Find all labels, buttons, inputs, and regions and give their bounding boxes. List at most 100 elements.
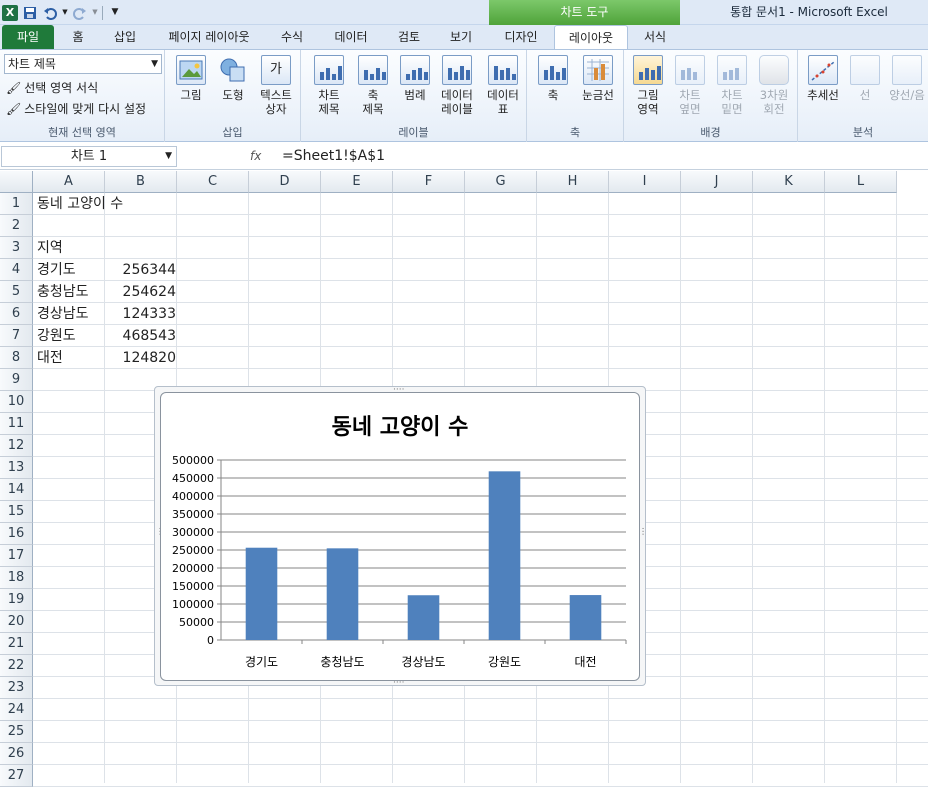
- row-header-13[interactable]: 13: [0, 457, 33, 479]
- textbox-button[interactable]: 가 텍스트 상자: [255, 55, 297, 116]
- redo-icon[interactable]: [72, 5, 88, 21]
- row-header-18[interactable]: 18: [0, 567, 33, 589]
- cell-b7[interactable]: 468543: [106, 325, 176, 347]
- cell-a7[interactable]: 강원도: [37, 325, 76, 347]
- column-header-l[interactable]: L: [825, 171, 897, 193]
- column-header-h[interactable]: H: [537, 171, 609, 193]
- trendline-button[interactable]: 추세선: [802, 55, 844, 102]
- cell-b5[interactable]: 254624: [106, 281, 176, 303]
- row-header-5[interactable]: 5: [0, 281, 33, 303]
- excel-logo-icon[interactable]: X: [2, 4, 18, 21]
- lines-button[interactable]: 선: [846, 55, 884, 102]
- 3d-rotation-button[interactable]: 3차원 회전: [754, 55, 794, 116]
- column-header-a[interactable]: A: [33, 171, 105, 193]
- row-header-17[interactable]: 17: [0, 545, 33, 567]
- cell-a5[interactable]: 충청남도: [37, 281, 89, 303]
- chart-wall-button[interactable]: 차트 옆면: [670, 55, 710, 116]
- row-header-20[interactable]: 20: [0, 611, 33, 633]
- row-header-1[interactable]: 1: [0, 193, 33, 215]
- axes-button[interactable]: 축: [533, 55, 573, 102]
- column-header-e[interactable]: E: [321, 171, 393, 193]
- column-header-g[interactable]: G: [465, 171, 537, 193]
- tab-format[interactable]: 서식: [630, 25, 680, 49]
- cell-b8[interactable]: 124820: [106, 347, 176, 369]
- picture-button[interactable]: 그림: [171, 55, 211, 102]
- tab-page-layout[interactable]: 페이지 레이아웃: [152, 25, 266, 49]
- undo-dropdown-icon[interactable]: ▼: [62, 5, 68, 21]
- axis-title-button[interactable]: 축 제목: [351, 55, 395, 116]
- cell-a4[interactable]: 경기도: [37, 259, 76, 281]
- column-header-d[interactable]: D: [249, 171, 321, 193]
- bar-chart[interactable]: 동네 고양이 수 0 50000 100000 150000 200000 250000 30…: [161, 393, 639, 680]
- format-selection-button[interactable]: 🖌 선택 영역 서식: [6, 79, 98, 96]
- row-header-24[interactable]: 24: [0, 699, 33, 721]
- cell-a1[interactable]: 동네 고양이 수: [37, 193, 123, 215]
- legend-button[interactable]: 범례: [395, 55, 435, 102]
- chart-area[interactable]: 동네 고양이 수 0 50000 100000 150000 200000 250000 30…: [160, 392, 640, 681]
- row-header-4[interactable]: 4: [0, 259, 33, 281]
- column-header-k[interactable]: K: [753, 171, 825, 193]
- row-header-22[interactable]: 22: [0, 655, 33, 677]
- column-header-c[interactable]: C: [177, 171, 249, 193]
- row-header-2[interactable]: 2: [0, 215, 33, 237]
- row-header-14[interactable]: 14: [0, 479, 33, 501]
- cell-a8[interactable]: 대전: [37, 347, 63, 369]
- row-header-15[interactable]: 15: [0, 501, 33, 523]
- chart-floor-button[interactable]: 차트 밑면: [712, 55, 752, 116]
- row-header-21[interactable]: 21: [0, 633, 33, 655]
- customize-icon[interactable]: ▼: [107, 5, 123, 21]
- shapes-button[interactable]: 도형: [213, 55, 253, 102]
- 3d-rotation-label-1: 3차원: [759, 88, 789, 102]
- tab-review[interactable]: 검토: [384, 25, 434, 49]
- picture-icon: [176, 55, 206, 85]
- name-box[interactable]: 차트 1 ▼: [1, 146, 177, 167]
- group-label: 축: [569, 126, 581, 139]
- reset-style-button[interactable]: 🖌 스타일에 맞게 다시 설정: [6, 100, 146, 117]
- redo-dropdown-icon[interactable]: ▼: [92, 5, 98, 21]
- row-header-7[interactable]: 7: [0, 325, 33, 347]
- tab-layout[interactable]: 레이아웃: [554, 25, 628, 50]
- updown-bars-button[interactable]: 양선/음: [886, 55, 928, 102]
- cell-b4[interactable]: 256344: [106, 259, 176, 281]
- row-header-19[interactable]: 19: [0, 589, 33, 611]
- cell-a3[interactable]: 지역: [37, 237, 63, 259]
- formula-input[interactable]: =Sheet1!$A$1: [282, 146, 926, 167]
- data-labels-button[interactable]: 데이터 레이블: [435, 55, 479, 116]
- tab-file[interactable]: 파일: [2, 25, 54, 49]
- row-header-16[interactable]: 16: [0, 523, 33, 545]
- row-header-27[interactable]: 27: [0, 765, 33, 787]
- undo-icon[interactable]: [42, 5, 58, 21]
- column-header-j[interactable]: J: [681, 171, 753, 193]
- plot-area-button[interactable]: 그림 영역: [628, 55, 668, 116]
- row-header-26[interactable]: 26: [0, 743, 33, 765]
- data-table-button[interactable]: 데이터 표: [481, 55, 525, 116]
- row-header-10[interactable]: 10: [0, 391, 33, 413]
- tab-design[interactable]: 디자인: [490, 25, 552, 49]
- row-header-3[interactable]: 3: [0, 237, 33, 259]
- row-header-8[interactable]: 8: [0, 347, 33, 369]
- row-header-9[interactable]: 9: [0, 369, 33, 391]
- y-tick-label: 150000: [172, 580, 214, 593]
- column-header-b[interactable]: B: [105, 171, 177, 193]
- row-header-11[interactable]: 11: [0, 413, 33, 435]
- chart-elements-dropdown[interactable]: 차트 제목 ▼: [4, 54, 162, 74]
- tab-insert[interactable]: 삽입: [100, 25, 150, 49]
- column-header-i[interactable]: I: [609, 171, 681, 193]
- cell-b6[interactable]: 124333: [106, 303, 176, 325]
- insert-function-button[interactable]: fx: [178, 146, 268, 167]
- cell-a6[interactable]: 경상남도: [37, 303, 89, 325]
- tab-formulas[interactable]: 수식: [266, 25, 318, 49]
- tab-home[interactable]: 홈: [58, 25, 98, 49]
- tab-view[interactable]: 보기: [436, 25, 486, 49]
- gridlines-button[interactable]: 눈금선: [575, 55, 621, 102]
- row-header-12[interactable]: 12: [0, 435, 33, 457]
- row-header-25[interactable]: 25: [0, 721, 33, 743]
- save-icon[interactable]: [22, 5, 38, 21]
- column-header-f[interactable]: F: [393, 171, 465, 193]
- y-tick-label: 450000: [172, 472, 214, 485]
- row-header-6[interactable]: 6: [0, 303, 33, 325]
- tab-data[interactable]: 데이터: [320, 25, 382, 49]
- chart-title-button[interactable]: 차트 제목: [307, 55, 351, 116]
- select-all-corner[interactable]: [0, 171, 33, 193]
- row-header-23[interactable]: 23: [0, 677, 33, 699]
